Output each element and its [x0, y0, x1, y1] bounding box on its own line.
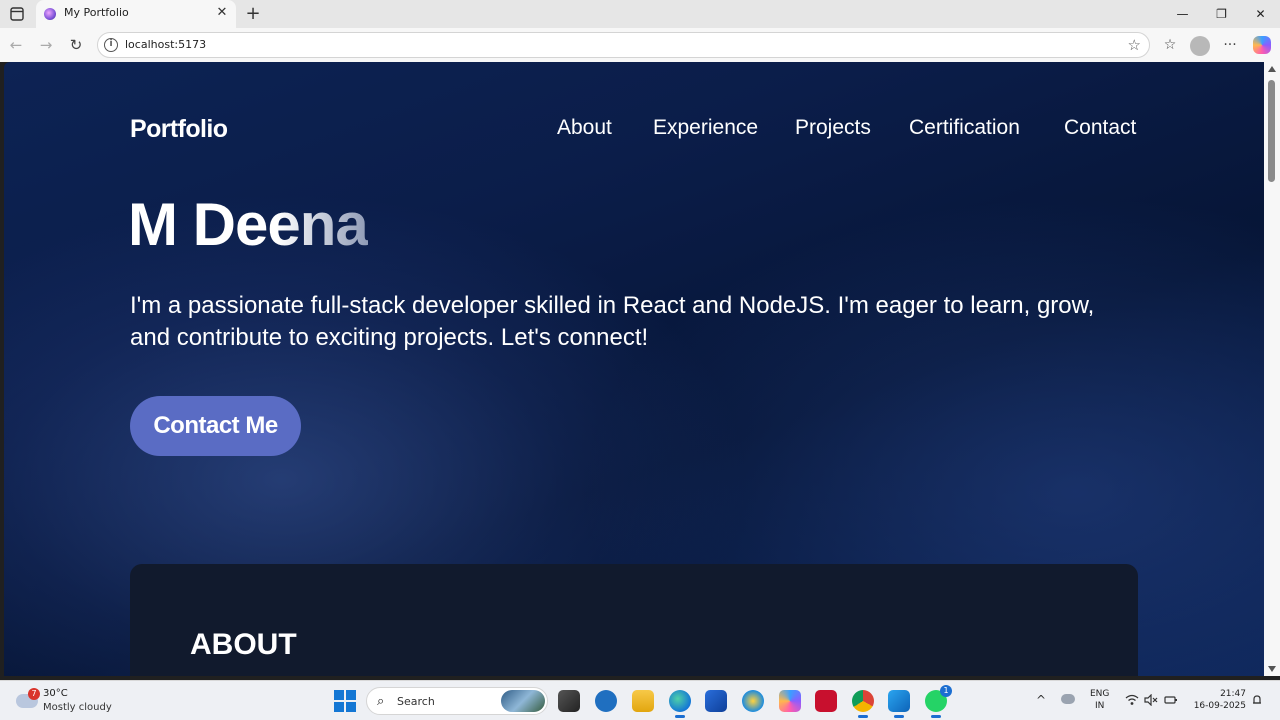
address-bar[interactable]: i localhost:5173 ☆	[97, 32, 1150, 58]
back-icon[interactable]: ←	[6, 35, 26, 55]
lang-code: ENG	[1090, 689, 1110, 699]
clock-time: 21:47	[1220, 689, 1246, 699]
taskbar-search[interactable]: ⌕ Search	[366, 687, 548, 715]
about-heading: ABOUT	[190, 628, 297, 661]
volume-muted-icon[interactable]	[1144, 694, 1158, 706]
about-section: ABOUT	[130, 564, 1138, 676]
site-info-icon[interactable]: i	[104, 38, 118, 52]
page-viewport: Portfolio About Experience Projects Cert…	[4, 62, 1264, 676]
nav-certification[interactable]: Certification	[909, 116, 1020, 140]
start-button[interactable]	[334, 690, 356, 712]
scroll-up-icon[interactable]	[1268, 66, 1276, 72]
favorites-icon[interactable]: ☆	[1159, 35, 1181, 57]
search-label: Search	[397, 695, 435, 708]
weather-widget[interactable]: 7 30°C Mostly cloudy	[14, 686, 134, 716]
whatsapp-badge: 1	[940, 685, 952, 697]
search-highlight-image	[501, 690, 545, 712]
weather-condition: Mostly cloudy	[43, 702, 112, 713]
copilot-app-icon[interactable]	[779, 690, 801, 712]
clock[interactable]: 21:47 16-09-2025	[1190, 688, 1246, 712]
nav-contact[interactable]: Contact	[1064, 116, 1136, 140]
clock-date: 16-09-2025	[1193, 701, 1246, 711]
reload-icon[interactable]: ↻	[66, 35, 86, 55]
scroll-thumb[interactable]	[1268, 80, 1275, 182]
tray-chevron-icon[interactable]: ^	[1036, 693, 1046, 707]
url-text[interactable]: localhost:5173	[125, 38, 206, 51]
paint-icon[interactable]	[742, 690, 764, 712]
favicon-icon	[44, 8, 56, 20]
language-indicator[interactable]: ENG IN	[1090, 688, 1109, 712]
whatsapp-icon[interactable]: 1	[925, 685, 952, 718]
weather-badge: 7	[28, 688, 40, 700]
forward-icon[interactable]: →	[36, 35, 56, 55]
nav-about[interactable]: About	[557, 116, 612, 140]
tab-strip: My Portfolio ✕ + — ❐ ✕	[0, 0, 1280, 28]
copilot-icon[interactable]	[1253, 36, 1271, 54]
task-view-icon[interactable]	[558, 690, 580, 712]
chrome-icon[interactable]	[852, 690, 874, 718]
battery-icon[interactable]	[1164, 694, 1178, 706]
edge-icon[interactable]	[669, 690, 691, 718]
favorite-star-icon[interactable]: ☆	[1128, 36, 1141, 54]
vscode-icon[interactable]	[888, 690, 910, 718]
hero-name: M Deena	[128, 191, 369, 258]
hero-description: I'm a passionate full-stack developer sk…	[130, 292, 1095, 351]
mcafee-icon[interactable]	[815, 690, 837, 712]
site-brand[interactable]: Portfolio	[130, 115, 228, 144]
hp-icon[interactable]	[595, 690, 617, 712]
nav-experience[interactable]: Experience	[653, 116, 758, 140]
page-scrollbar[interactable]	[1264, 62, 1280, 676]
window-controls: — ❐ ✕	[1163, 0, 1280, 28]
contact-me-button[interactable]: Contact Me	[130, 396, 301, 456]
minimize-icon[interactable]: —	[1163, 0, 1202, 28]
tab-title: My Portfolio	[64, 6, 129, 19]
browser-tab[interactable]: My Portfolio ✕	[36, 0, 236, 28]
notifications-icon[interactable]	[1251, 694, 1263, 706]
onedrive-icon[interactable]	[1061, 694, 1075, 704]
tab-actions-icon[interactable]	[8, 5, 26, 23]
taskbar: 7 30°C Mostly cloudy ⌕ Search 1 ^ ENG IN	[0, 680, 1280, 720]
new-tab-button[interactable]: +	[242, 3, 264, 25]
search-icon: ⌕	[377, 694, 385, 709]
window-close-icon[interactable]: ✕	[1241, 0, 1280, 28]
store-icon[interactable]	[705, 690, 727, 712]
browser-toolbar: ← → ↻ i localhost:5173 ☆ ☆ ···	[0, 28, 1280, 62]
restore-icon[interactable]: ❐	[1202, 0, 1241, 28]
scroll-down-icon[interactable]	[1268, 666, 1276, 672]
weather-temperature: 30°C	[43, 688, 68, 699]
file-explorer-icon[interactable]	[632, 690, 654, 712]
nav-projects[interactable]: Projects	[795, 116, 871, 140]
close-tab-icon[interactable]: ✕	[214, 5, 230, 21]
wifi-icon[interactable]	[1125, 694, 1139, 706]
more-menu-icon[interactable]: ···	[1219, 35, 1241, 57]
profile-avatar-icon[interactable]	[1190, 36, 1210, 56]
lang-region: IN	[1095, 701, 1105, 711]
